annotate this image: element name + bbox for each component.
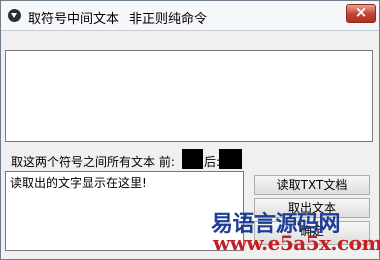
before-symbol-field[interactable] bbox=[182, 149, 203, 169]
source-text-area[interactable] bbox=[5, 50, 373, 142]
window-title: 取符号中间文本 bbox=[28, 12, 120, 27]
range-label: 取这两个符号之间所有文本 前: bbox=[11, 155, 175, 169]
title-bar: 取符号中间文本 非正则纯命令 × bbox=[1, 1, 379, 31]
site-watermark: 易语言源码网 www.e5a5x.com bbox=[211, 204, 380, 258]
read-txt-button[interactable]: 读取TXT文档 bbox=[254, 175, 370, 195]
app-icon bbox=[8, 9, 21, 22]
after-symbol-field[interactable] bbox=[219, 149, 242, 169]
after-label: 后: bbox=[204, 155, 221, 169]
watermark-url: www.e5a5x.com bbox=[213, 231, 380, 255]
menu-item-non-regex[interactable]: 非正则纯命令 bbox=[129, 8, 207, 27]
main-window: 取符号中间文本 非正则纯命令 × 取这两个符号之间所有文本 前: 后: 读取出的… bbox=[0, 0, 380, 260]
close-button[interactable]: × bbox=[346, 3, 376, 23]
output-text-area[interactable]: 读取出的文字显示在这里! bbox=[5, 171, 244, 251]
close-icon: × bbox=[354, 3, 368, 21]
